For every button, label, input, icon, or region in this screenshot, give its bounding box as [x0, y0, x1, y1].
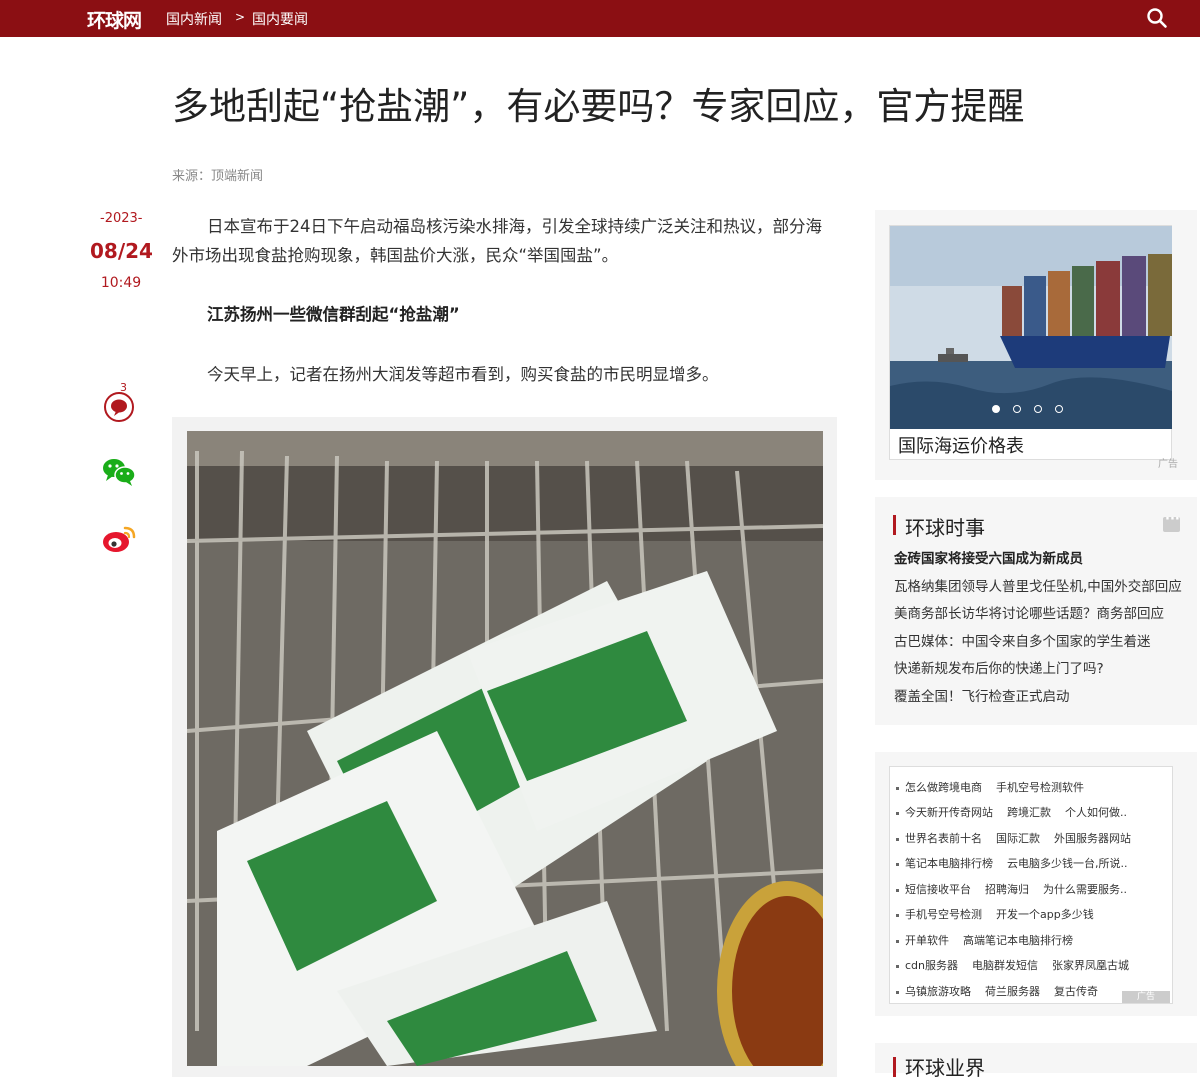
- site-logo[interactable]: 环球网: [87, 6, 142, 33]
- sponsored-link[interactable]: 手机号空号检测: [905, 908, 982, 921]
- sponsored-link[interactable]: 手机空号检测软件: [996, 781, 1084, 794]
- sponsored-link[interactable]: 乌镇旅游攻略: [905, 985, 971, 998]
- ad-caption[interactable]: 国际海运价格表: [898, 432, 1024, 458]
- sponsored-link[interactable]: 外国服务器网站: [1054, 832, 1131, 845]
- ad-badge: 广告: [1122, 991, 1170, 1003]
- sponsored-link[interactable]: 电脑群发短信: [972, 959, 1038, 972]
- sponsored-link[interactable]: 国际汇款: [996, 832, 1040, 845]
- sponsored-link[interactable]: 世界名表前十名: [905, 832, 982, 845]
- link-row: 笔记本电脑排行榜 云电脑多少钱一台,所说..: [896, 855, 1142, 871]
- section-title-global-news: 环球时事: [905, 516, 985, 540]
- news-item[interactable]: 金砖国家将接受六国成为新成员: [894, 547, 1083, 567]
- link-row: 乌镇旅游攻略 荷兰服务器 复古传奇: [896, 983, 1112, 999]
- publish-time: 10:49: [100, 275, 142, 291]
- article-paragraph: 今天早上，记者在扬州大润发等超市看到，购买食盐的市民明显增多。: [207, 365, 719, 384]
- link-row: cdn服务器 电脑群发短信 张家界凤凰古城: [896, 957, 1143, 973]
- ad-image-container-ship[interactable]: [890, 226, 1172, 429]
- breadcrumb-domestic-news[interactable]: 国内新闻: [166, 9, 222, 29]
- sponsored-link[interactable]: 怎么做跨境电商: [905, 781, 982, 794]
- weibo-icon[interactable]: [101, 523, 137, 555]
- carousel-dot[interactable]: [992, 405, 1000, 413]
- section-title-industry: 环球业界: [905, 1056, 985, 1080]
- section-marker: [893, 515, 896, 535]
- section-marker: [893, 1057, 896, 1077]
- sponsored-link[interactable]: 短信接收平台: [905, 883, 971, 896]
- sponsored-link[interactable]: 开发一个app多少钱: [996, 908, 1094, 921]
- sponsored-link[interactable]: 招聘海归: [985, 883, 1029, 896]
- article-source: 来源：顶端新闻: [172, 169, 264, 184]
- sponsored-link[interactable]: 为什么需要服务..: [1043, 883, 1127, 896]
- news-item[interactable]: 覆盖全国！飞行检查正式启动: [894, 685, 1070, 705]
- sponsored-link[interactable]: 笔记本电脑排行榜: [905, 857, 993, 870]
- carousel-dot[interactable]: [1034, 405, 1042, 413]
- sponsored-link[interactable]: 个人如何做..: [1065, 806, 1127, 819]
- more-icon[interactable]: [1163, 512, 1180, 532]
- sponsored-link[interactable]: 今天新开传奇网站: [905, 806, 993, 819]
- ad-label: 广告: [1158, 459, 1178, 470]
- news-item[interactable]: 瓦格纳集团领导人普里戈任坠机,中国外交部回应: [894, 575, 1182, 595]
- carousel-dot[interactable]: [1055, 405, 1063, 413]
- ad-carousel-dots: [992, 405, 1063, 413]
- news-item[interactable]: 美商务部长访华将讨论哪些话题？商务部回应: [894, 602, 1164, 622]
- article-subheading: 江苏扬州一些微信群刮起“抢盐潮”: [207, 305, 460, 324]
- sponsored-link[interactable]: 云电脑多少钱一台,所说..: [1007, 857, 1128, 870]
- publish-date: 08/24: [90, 239, 153, 263]
- link-row: 今天新开传奇网站 跨境汇款 个人如何做..: [896, 804, 1141, 820]
- article-title: 多地刮起“抢盐潮”，有必要吗？专家回应，官方提醒: [172, 85, 1025, 128]
- news-item[interactable]: 快递新规发布后你的快递上门了吗?: [894, 657, 1104, 677]
- sponsored-link[interactable]: 荷兰服务器: [985, 985, 1040, 998]
- news-item[interactable]: 古巴媒体：中国令来自多个国家的学生着迷: [894, 630, 1151, 650]
- sponsored-link[interactable]: 复古传奇: [1054, 985, 1098, 998]
- link-row: 手机号空号检测 开发一个app多少钱: [896, 906, 1108, 922]
- article-paragraph: 日本宣布于24日下午启动福岛核污染水排海，引发全球持续广泛关注和热议，部分海外市…: [172, 217, 822, 265]
- top-navigation-bar: 环球网 国内新闻 > 国内要闻: [0, 0, 1200, 37]
- wechat-icon[interactable]: [101, 456, 137, 488]
- link-row: 怎么做跨境电商 手机空号检测软件: [896, 779, 1098, 795]
- link-row: 开单软件 高端笔记本电脑排行榜: [896, 932, 1087, 948]
- sponsored-link[interactable]: cdn服务器: [905, 959, 958, 972]
- comment-icon[interactable]: [102, 390, 136, 424]
- publish-year: -2023-: [100, 211, 143, 226]
- breadcrumb-domestic-headlines[interactable]: 国内要闻: [252, 9, 308, 29]
- carousel-dot[interactable]: [1013, 405, 1021, 413]
- sponsored-link[interactable]: 开单软件: [905, 934, 949, 947]
- breadcrumb-separator: >: [235, 10, 246, 24]
- sponsored-link[interactable]: 张家界凤凰古城: [1052, 959, 1129, 972]
- sponsored-link[interactable]: 跨境汇款: [1007, 806, 1051, 819]
- search-icon[interactable]: [1146, 7, 1168, 29]
- link-row: 世界名表前十名 国际汇款 外国服务器网站: [896, 830, 1145, 846]
- link-row: 短信接收平台 招聘海归 为什么需要服务..: [896, 881, 1141, 897]
- article-photo[interactable]: [187, 431, 823, 1066]
- sponsored-link[interactable]: 高端笔记本电脑排行榜: [963, 934, 1073, 947]
